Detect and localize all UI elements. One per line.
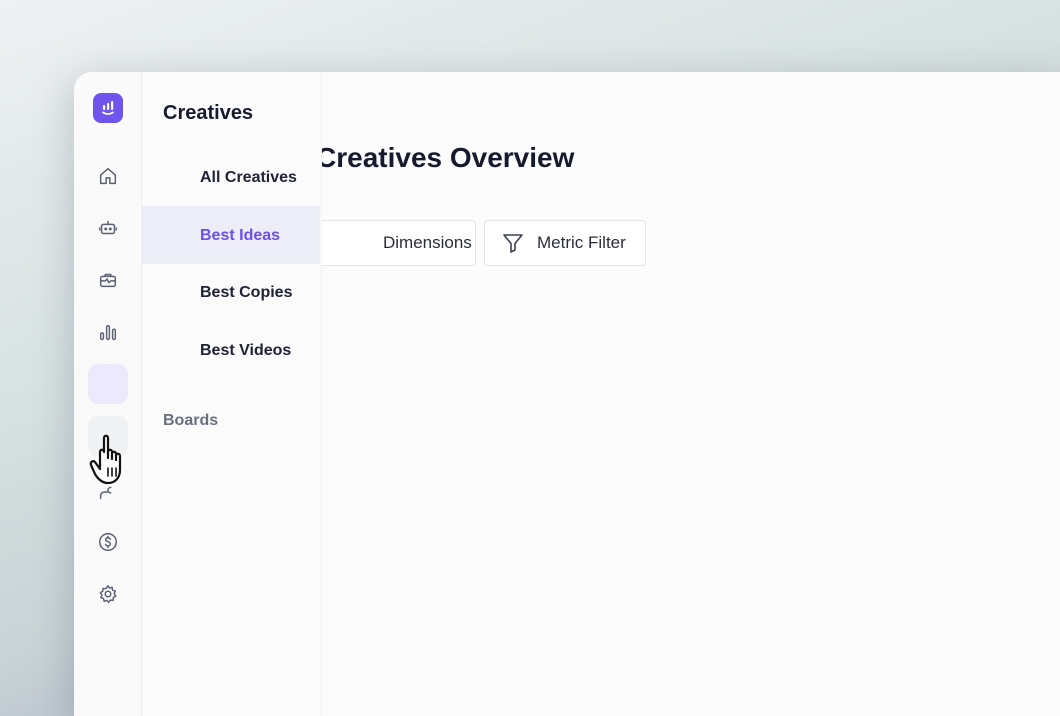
nav-settings[interactable] [88,574,128,614]
flyout-item-all-creatives[interactable]: All Creatives [142,148,320,206]
dimensions-filter-label: Dimensions Filter [383,233,475,252]
funnel-icon [503,234,523,253]
flyout-item-best-videos[interactable]: Best Videos [142,322,320,380]
nav-analytics[interactable] [88,312,128,352]
dollar-icon [99,533,117,551]
robot-icon [99,220,117,235]
nav-creatives[interactable] [88,364,128,404]
metric-filter-label: Metric Filter [537,233,626,252]
flyout-item-label: All Creatives [200,169,297,186]
nav-billing[interactable] [88,522,128,562]
flyout-item-best-copies[interactable]: Best Copies [142,264,320,322]
app-window: Creatives Overview Dimensions Filter Met… [74,72,1060,716]
briefcase-icon [99,273,117,288]
creatives-icon [100,376,116,392]
flyout-section-boards[interactable]: Boards [163,412,218,430]
creatives-flyout-menu: Creatives All Creatives Best Ideas Best … [142,72,322,716]
flyout-item-label: Best Ideas [200,227,281,244]
flyout-item-best-ideas[interactable]: Best Ideas [142,206,320,264]
flyout-title: Creatives [163,102,254,124]
nav-automation[interactable] [88,208,128,248]
nav-home[interactable] [88,156,128,196]
flyout-item-label: Best Copies [200,284,293,301]
settings-icon [99,585,117,603]
metric-filter-button[interactable]: Metric Filter [484,220,646,266]
page-title: Creatives Overview [316,142,575,173]
hand-cursor-icon [89,434,122,485]
logo-icon [102,101,114,115]
nav-portfolio[interactable] [88,260,128,300]
flyout-item-label: Best Videos [200,342,292,359]
icon-rail [74,72,142,716]
bar-chart-icon [99,324,117,341]
home-icon [99,167,117,185]
app-logo[interactable] [93,93,123,123]
